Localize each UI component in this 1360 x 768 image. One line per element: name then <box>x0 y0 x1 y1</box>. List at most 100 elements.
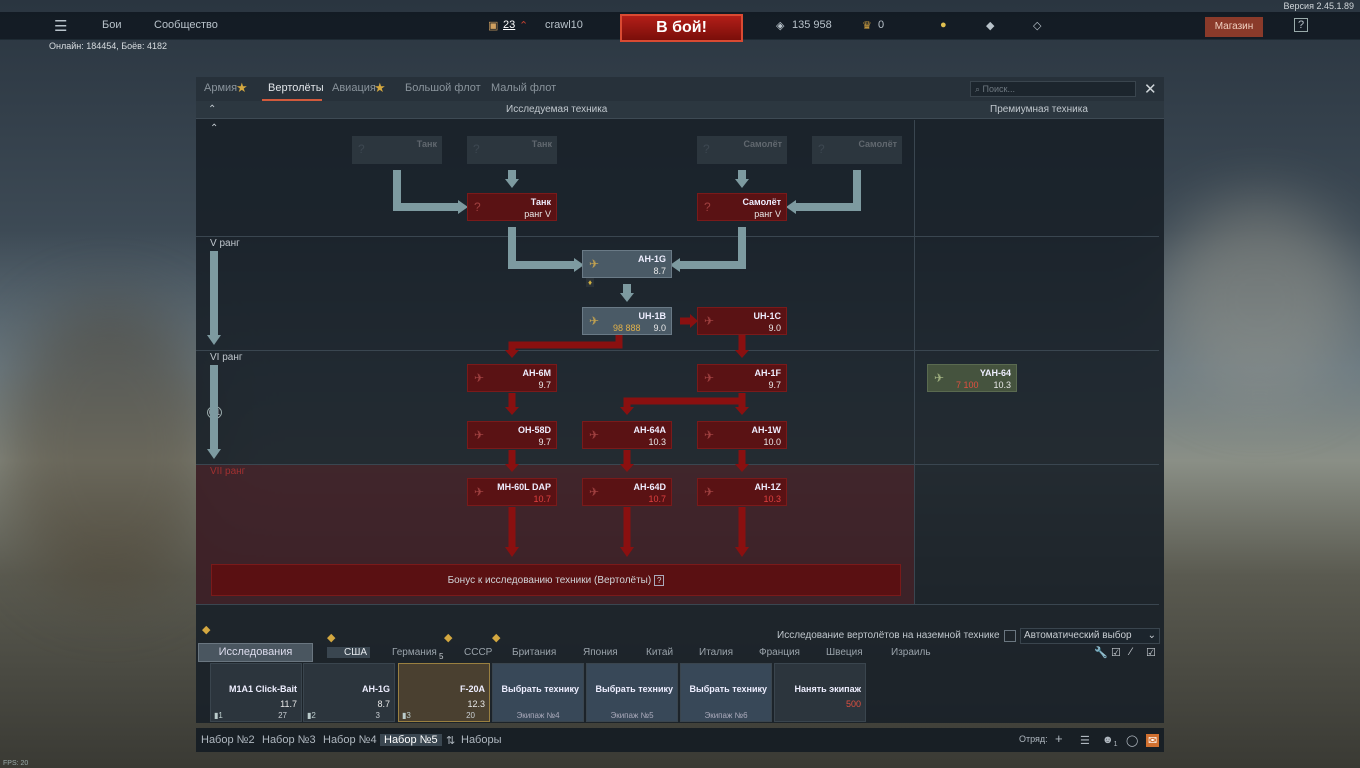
crew-slot-4[interactable]: Выбрать технику Экипаж №4 <box>492 663 584 722</box>
mail-icon[interactable]: ✉ <box>1146 734 1160 747</box>
requirement-plane-2[interactable]: ? Самолёт <box>812 136 902 164</box>
research-bonus-banner[interactable]: Бонус к исследованию техники (Вертолёты)… <box>211 564 901 596</box>
nation-britain[interactable]: Британия <box>512 647 556 658</box>
silver-amount[interactable]: 135 958 <box>792 19 832 31</box>
research-tab[interactable]: Исследования <box>198 643 313 662</box>
requirement-tank-1[interactable]: ? Танк <box>352 136 442 164</box>
gold-amount[interactable]: 0 <box>878 19 884 31</box>
check-icon[interactable]: ☑ <box>1111 646 1121 659</box>
research-tab-label: Исследования <box>218 646 293 658</box>
chat-icon[interactable]: ◯ <box>1126 734 1138 747</box>
preset-3[interactable]: Набор №3 <box>262 734 316 746</box>
player-avatar[interactable]: ▣ <box>488 19 498 32</box>
lightbulb-icon[interactable]: ● <box>940 19 947 31</box>
version-label: Версия 2.45.1.89 <box>1283 1 1354 11</box>
battle-rating: 10.3 <box>648 437 666 447</box>
vehicle-name: UH-1C <box>753 311 781 321</box>
chevron-down-icon: ⌄ <box>1147 630 1156 641</box>
nation-germany[interactable]: Германия <box>392 647 437 658</box>
nation-china[interactable]: Китай <box>646 647 673 658</box>
helicopter-icon: ✈ <box>704 371 715 385</box>
nation-bar: Исследования США Германия СССР Британия … <box>196 643 1164 663</box>
slot-count: 27 <box>278 711 287 720</box>
help-icon[interactable]: ? <box>653 575 665 586</box>
vehicle-ah-64d[interactable]: ✈ AH-64D 10.7 <box>582 478 672 506</box>
contacts-icon[interactable]: ☻1 <box>1102 734 1117 748</box>
list-icon[interactable]: ☰ <box>1080 734 1090 747</box>
vehicle-name: Танк <box>416 139 437 149</box>
ground-research-checkbox[interactable] <box>1004 630 1016 642</box>
help-button[interactable]: ? <box>1294 18 1309 32</box>
battle-rating: 9.7 <box>768 380 781 390</box>
helicopter-icon: ✈ <box>589 485 600 499</box>
preset-4[interactable]: Набор №4 <box>323 734 377 746</box>
vehicle-uh-1b[interactable]: ✈ UH-1B 98 888 9.0 <box>582 307 672 335</box>
player-name[interactable]: crawl10 <box>545 19 583 31</box>
nation-sweden[interactable]: Швеция <box>826 647 863 658</box>
slot-number: ▮3 <box>402 711 411 720</box>
vehicle-ah-1w[interactable]: ✈ AH-1W 10.0 <box>697 421 787 449</box>
bonus-text: Бонус к исследованию техники (Вертолёты) <box>447 575 652 586</box>
vehicle-name: AH-6M <box>522 368 552 378</box>
crew-slot-3[interactable]: 5 F-20A 12.3 ▮3 20 <box>398 652 490 722</box>
crew-slot-1[interactable]: M1A1 Click-Bait 11.7 ▮1 27 <box>210 663 302 722</box>
vehicle-tank-rank5[interactable]: ? Танк ранг V <box>467 193 557 221</box>
battle-rating: 10.3 <box>993 380 1011 390</box>
vehicle-name: Самолёт <box>858 139 897 149</box>
auto-select-dropdown[interactable]: Автоматический выбор ⌄ <box>1020 628 1160 644</box>
decal-icon[interactable]: ◆ <box>986 19 994 32</box>
add-squad-icon[interactable]: + <box>1055 731 1063 746</box>
requirement-tank-2[interactable]: ? Танк <box>467 136 557 164</box>
menu-icon[interactable]: ☰ <box>54 17 67 35</box>
menu-battles[interactable]: Бои <box>102 19 121 31</box>
vehicle-oh-58d[interactable]: ✈ OH-58D 9.7 <box>467 421 557 449</box>
battle-rating: 9.0 <box>768 323 781 333</box>
nation-ussr[interactable]: СССР <box>464 647 492 658</box>
vehicle-ah-1z[interactable]: ✈ AH-1Z 10.3 <box>697 478 787 506</box>
preset-2[interactable]: Набор №2 <box>201 734 255 746</box>
research-controls: ◆ ◆ ◆ ◆ Исследование вертолётов на назем… <box>196 621 1164 645</box>
tank-icon: ? <box>473 142 480 156</box>
nation-italy[interactable]: Италия <box>699 647 733 658</box>
slot-number: ▮2 <box>307 711 316 720</box>
vehicle-name: AH-1Z <box>754 482 782 492</box>
slot-count: 20 <box>466 711 475 720</box>
vehicle-name: OH-58D <box>517 425 551 435</box>
helicopter-icon: ✈ <box>704 485 715 499</box>
slot-battle-rating: 11.7 <box>280 699 297 709</box>
vehicle-name: AH-1W <box>751 425 782 435</box>
helicopter-icon: ✈ <box>589 257 600 271</box>
vehicle-yah-64[interactable]: ✈ YAH-64 7 100 10.3 <box>927 364 1017 392</box>
vehicle-uh-1c[interactable]: ✈ UH-1C 9.0 <box>697 307 787 335</box>
ground-research-label: Исследование вертолётов на наземной техн… <box>777 630 1000 641</box>
vehicle-ah-1f[interactable]: ✈ AH-1F 9.7 <box>697 364 787 392</box>
vehicle-ah-64a[interactable]: ✈ AH-64A 10.3 <box>582 421 672 449</box>
nation-usa[interactable]: США <box>327 647 371 658</box>
coupon-icon[interactable]: ◇ <box>1033 19 1041 32</box>
ammo-icon[interactable]: ⁄ <box>1130 646 1132 658</box>
check-icon[interactable]: ☑ <box>1146 646 1156 659</box>
preset-5[interactable]: Набор №5 <box>380 734 442 746</box>
battle-rating: 9.7 <box>538 380 551 390</box>
crew-slot-6[interactable]: Выбрать технику Экипаж №6 <box>680 663 772 722</box>
shop-button[interactable]: Магазин <box>1205 17 1263 37</box>
nation-israel[interactable]: Израиль <box>891 647 931 658</box>
menu-community[interactable]: Сообщество <box>154 19 218 31</box>
hire-crew-slot[interactable]: Нанять экипаж 500 <box>774 663 866 722</box>
vehicle-name: Танк <box>530 197 551 207</box>
vehicle-mh-60l-dap[interactable]: ✈ MH-60L DAP 10.7 <box>467 478 557 506</box>
crew-slot-2[interactable]: AH-1G 8.7 ▮2 3 <box>303 663 395 722</box>
vehicle-ah-6m[interactable]: ✈ AH-6M 9.7 <box>467 364 557 392</box>
nation-japan[interactable]: Япония <box>583 647 618 658</box>
vehicle-ah-1g[interactable]: ✈ AH-1G 8.7 <box>582 250 672 278</box>
fight-button[interactable]: В бой! <box>620 14 743 42</box>
presets-button[interactable]: Наборы <box>461 734 502 746</box>
crew-slot-5[interactable]: Выбрать технику Экипаж №5 <box>586 663 678 722</box>
vehicle-plane-rank5[interactable]: ? Самолёт ранг V <box>697 193 787 221</box>
helicopter-icon: ✈ <box>474 371 485 385</box>
repair-icon[interactable]: 🔧 <box>1094 646 1108 659</box>
requirement-plane-1[interactable]: ? Самолёт <box>697 136 787 164</box>
vehicle-name: YAH-64 <box>979 368 1011 378</box>
nation-france[interactable]: Франция <box>759 647 800 658</box>
slot-vehicle-name: F-20A <box>459 684 485 694</box>
